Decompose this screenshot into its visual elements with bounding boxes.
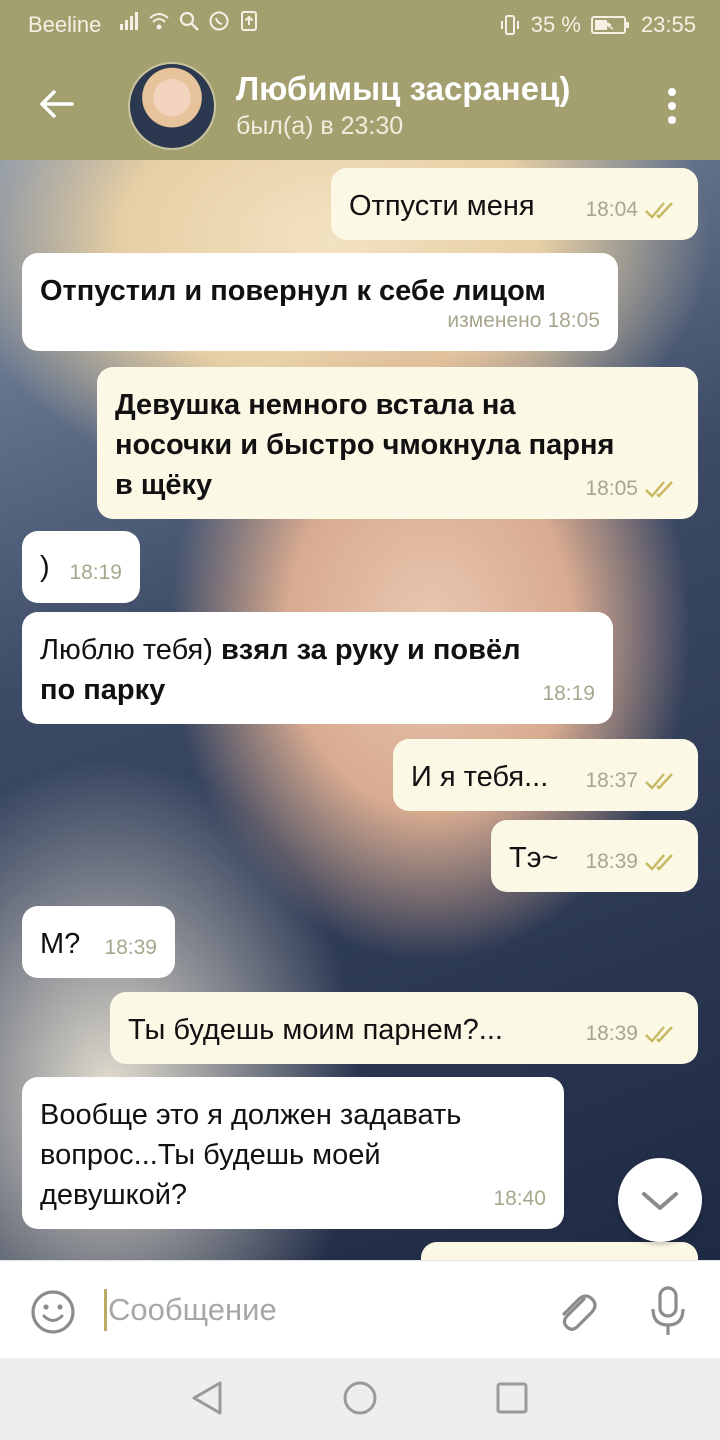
message-time: 18:05 xyxy=(585,477,638,500)
status-right: 35 % 23:55 xyxy=(499,12,696,38)
more-icon[interactable] xyxy=(660,86,684,126)
paperclip-icon[interactable] xyxy=(554,1287,598,1335)
message-meta: изменено 18:05 xyxy=(447,301,600,341)
message-incoming[interactable]: М? 18:39 xyxy=(22,906,175,978)
message-incoming[interactable]: Отпустил и повернул к себе лицом изменен… xyxy=(22,253,618,351)
last-seen-status: был(а) в 23:30 xyxy=(236,112,404,140)
message-text: ) xyxy=(40,551,50,583)
chat-header: Любимыц засранец) был(а) в 23:30 xyxy=(0,48,720,160)
message-meta: 18:39 xyxy=(585,842,680,882)
message-outgoing-partial[interactable] xyxy=(421,1242,698,1260)
message-outgoing[interactable]: Тэ~ 18:39 xyxy=(491,820,698,892)
scroll-down-button[interactable] xyxy=(618,1158,702,1242)
message-line: в щёку xyxy=(115,469,213,501)
avatar[interactable] xyxy=(128,62,216,150)
wifi-icon xyxy=(149,13,169,30)
message-meta: 18:05 xyxy=(585,469,680,509)
nav-recent-icon[interactable] xyxy=(496,1382,528,1414)
status-icons xyxy=(118,10,260,32)
message-composer xyxy=(0,1260,720,1359)
nav-back-icon[interactable] xyxy=(190,1380,224,1416)
message-text: Отпусти меня xyxy=(349,190,535,222)
message-text: Вообще это я должен задавать вопрос...Ты… xyxy=(40,1095,461,1215)
nav-home-icon[interactable] xyxy=(342,1380,378,1416)
message-bold-part: по парку xyxy=(40,674,166,706)
message-time: 18:04 xyxy=(585,198,638,221)
message-meta: 18:39 xyxy=(585,1014,680,1054)
clock: 23:55 xyxy=(640,12,696,37)
message-line: Вообще это я должен задавать xyxy=(40,1099,462,1131)
message-line: девушкой? xyxy=(40,1179,188,1211)
message-plain-part: Люблю тебя) xyxy=(40,634,213,666)
smile-icon[interactable] xyxy=(30,1289,76,1335)
message-time: 18:19 xyxy=(542,682,595,705)
whatsapp-icon xyxy=(209,11,229,31)
status-bar: Beeline 35 % 23:55 xyxy=(0,0,720,48)
message-incoming[interactable]: ) 18:19 xyxy=(22,531,140,603)
message-text: Девушка немного встала на носочки и быст… xyxy=(115,385,614,505)
message-text: Люблю тебя) взял за руку и повёл по парк… xyxy=(40,630,521,710)
message-time: 18:19 xyxy=(69,561,122,584)
text-cursor xyxy=(104,1289,107,1331)
message-meta: 18:19 xyxy=(542,674,595,714)
message-time: 18:40 xyxy=(493,1187,546,1210)
message-time: 18:05 xyxy=(547,309,600,332)
message-incoming[interactable]: Вообще это я должен задавать вопрос...Ты… xyxy=(22,1077,564,1229)
vibrate-icon xyxy=(500,15,519,35)
chevron-down-icon xyxy=(642,1192,678,1210)
battery-icon xyxy=(590,16,629,34)
back-arrow-icon[interactable] xyxy=(36,84,76,124)
microphone-icon[interactable] xyxy=(648,1285,688,1337)
message-time: 18:39 xyxy=(585,850,638,873)
message-outgoing[interactable]: Отпусти меня 18:04 xyxy=(331,168,698,240)
message-line: вопрос...Ты будешь моей xyxy=(40,1139,381,1171)
message-outgoing[interactable]: Ты будешь моим парнем?... 18:39 xyxy=(110,992,698,1064)
edited-label: изменено xyxy=(447,309,542,332)
chat-title[interactable]: Любимыц засранец) xyxy=(236,70,570,108)
message-line: носочки и быстро чмокнула парня xyxy=(115,429,615,461)
double-check-icon xyxy=(645,202,673,219)
message-meta: 18:19 xyxy=(69,553,122,593)
double-check-icon xyxy=(645,1026,673,1043)
message-meta: 18:39 xyxy=(104,928,157,968)
message-meta: 18:37 xyxy=(585,761,680,801)
double-check-icon xyxy=(645,854,673,871)
signal-icon xyxy=(120,12,138,30)
battery-percent: 35 % xyxy=(530,12,581,37)
message-text: Тэ~ xyxy=(509,842,559,874)
chat-area[interactable]: Отпусти меня 18:04 Отпустил и повернул к… xyxy=(0,160,720,1260)
double-check-icon xyxy=(645,773,673,790)
message-text: М? xyxy=(40,928,81,960)
message-bold-part: взял за руку и повёл xyxy=(220,634,521,666)
message-time: 18:39 xyxy=(585,1022,638,1045)
search-icon xyxy=(179,11,199,31)
message-input[interactable] xyxy=(108,1285,528,1335)
message-time: 18:37 xyxy=(585,769,638,792)
message-outgoing[interactable]: Девушка немного встала на носочки и быст… xyxy=(97,367,698,519)
message-incoming[interactable]: Люблю тебя) взял за руку и повёл по парк… xyxy=(22,612,613,724)
double-check-icon xyxy=(645,481,673,498)
message-meta: 18:40 xyxy=(493,1179,546,1219)
message-line: Девушка немного встала на xyxy=(115,389,516,421)
message-text: Ты будешь моим парнем?... xyxy=(128,1014,503,1046)
system-nav-bar xyxy=(0,1358,720,1440)
carrier-name: Beeline xyxy=(28,12,102,37)
message-meta: 18:04 xyxy=(585,190,680,230)
upload-icon xyxy=(241,11,257,31)
message-time: 18:39 xyxy=(104,936,157,959)
message-outgoing[interactable]: И я тебя... 18:37 xyxy=(393,739,698,811)
message-text: И я тебя... xyxy=(411,761,549,793)
